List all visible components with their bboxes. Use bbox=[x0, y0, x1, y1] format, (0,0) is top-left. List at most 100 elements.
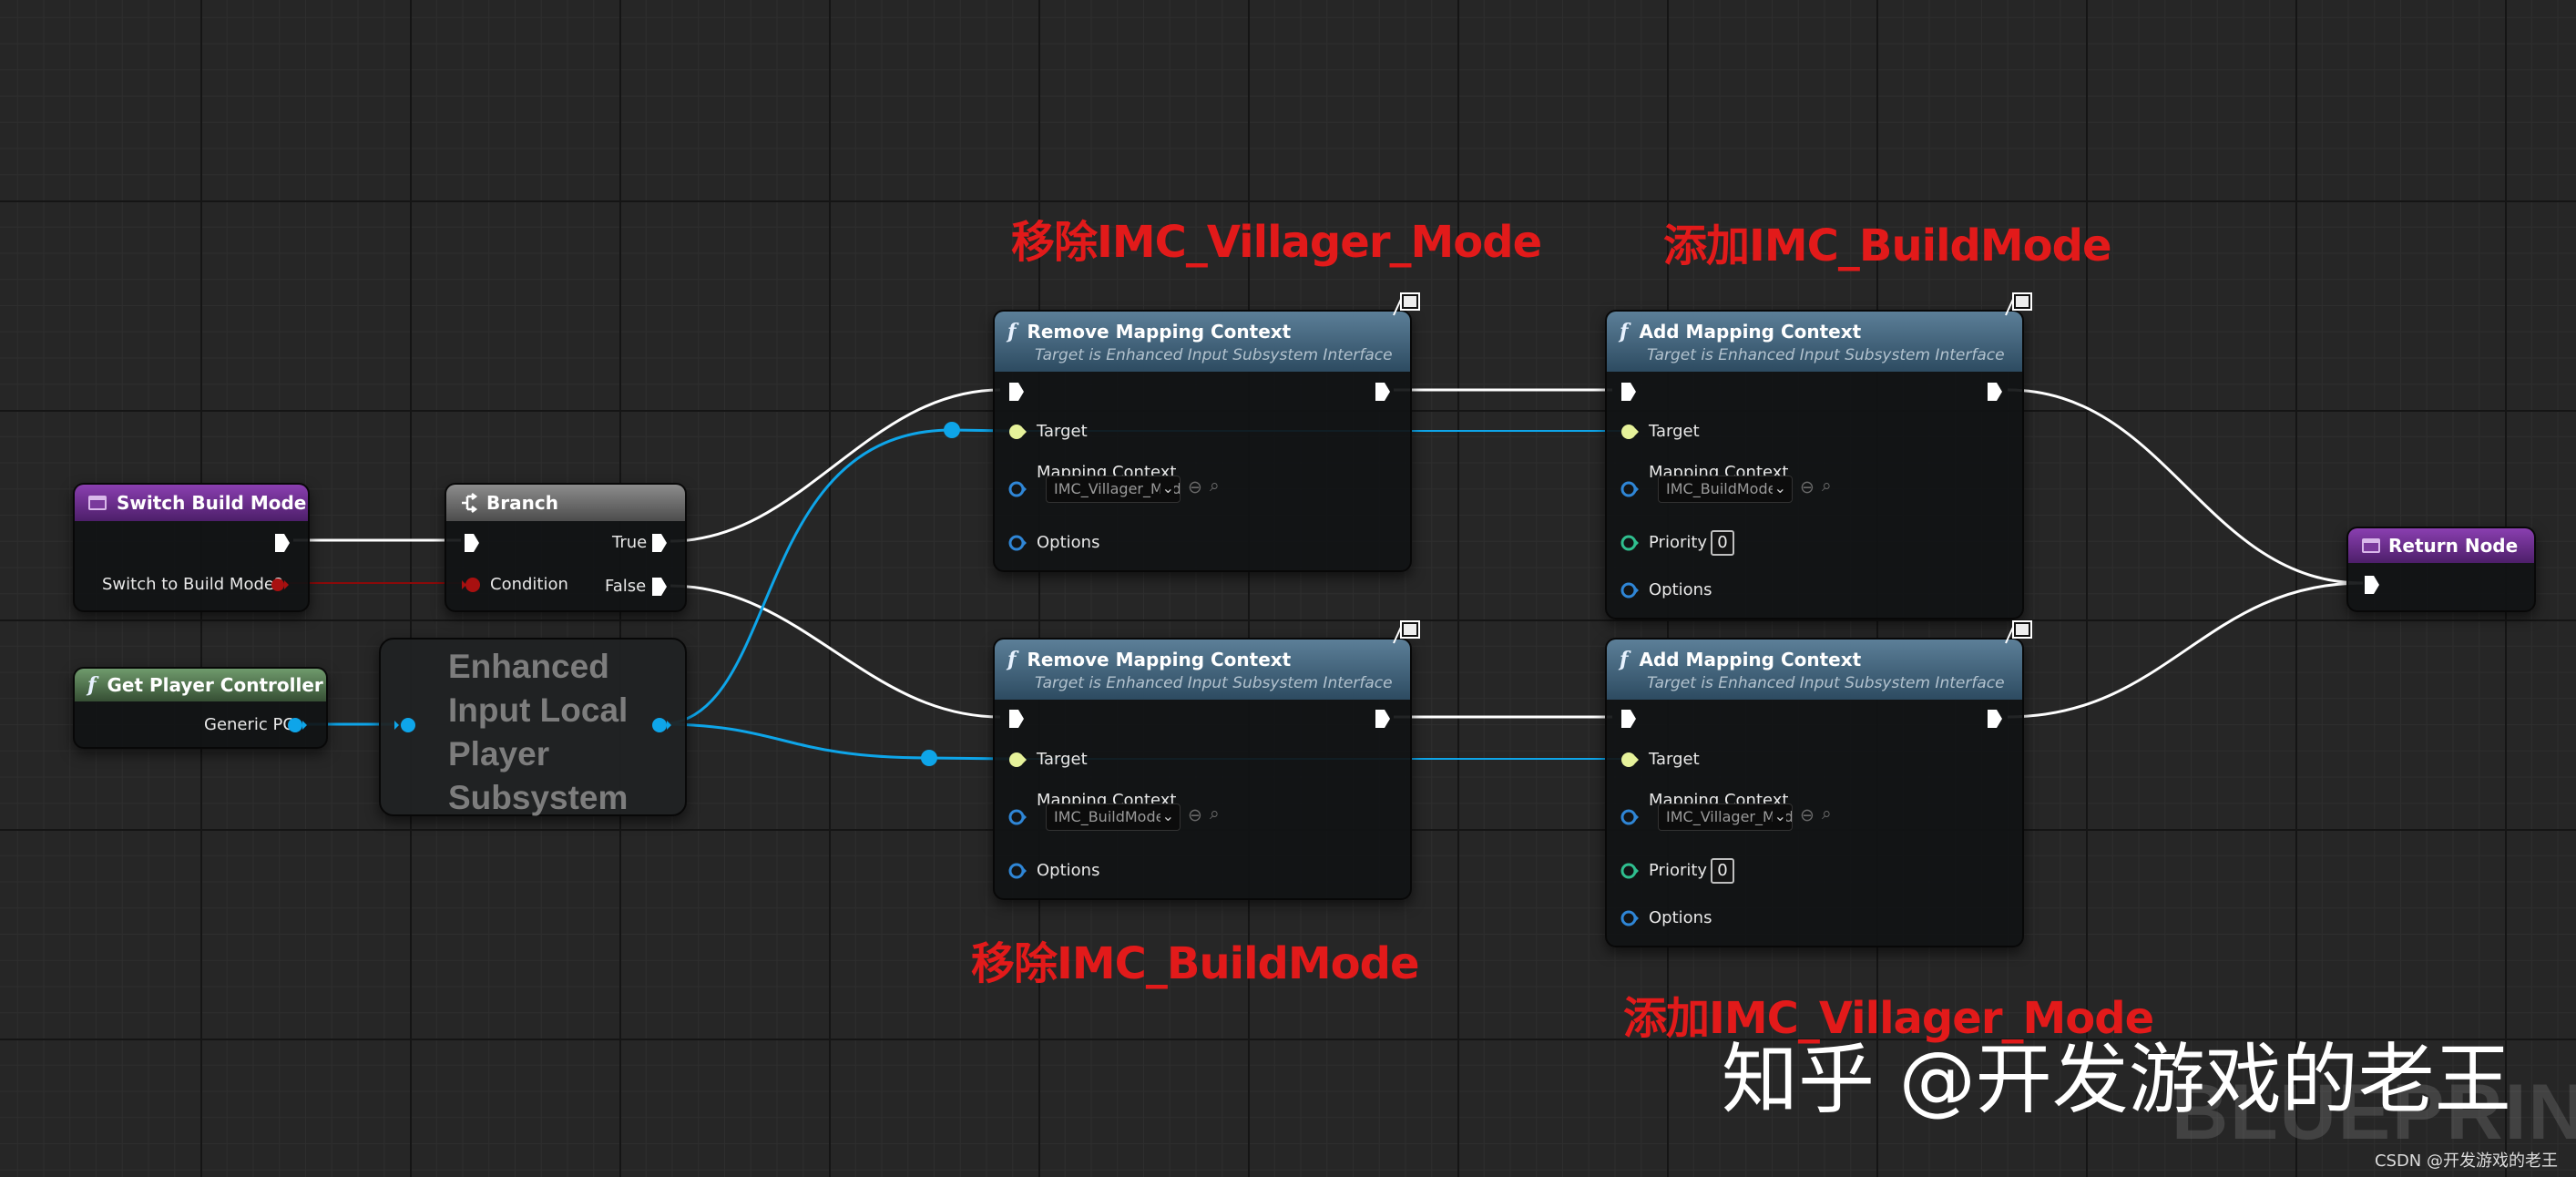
browse-icon[interactable]: ⊖ bbox=[1800, 805, 1814, 825]
browse-icon[interactable]: ⊖ bbox=[1188, 805, 1202, 825]
function-icon: f bbox=[87, 673, 97, 697]
node-title: Remove Mapping Context bbox=[1027, 648, 1292, 670]
zhihu-watermark: 知乎 @开发游戏的老王 bbox=[1722, 1035, 2511, 1124]
branch-node[interactable]: Branch True Condition False bbox=[445, 483, 687, 612]
exec-wire bbox=[670, 388, 1001, 543]
search-icon[interactable]: ⌕ bbox=[1822, 476, 1832, 496]
csdn-credit: CSDN @开发游戏的老王 bbox=[2374, 1151, 2558, 1171]
remove-mapping-context-node-2[interactable]: f Remove Mapping Context Target is Enhanc… bbox=[993, 620, 1420, 900]
priority-label: Priority bbox=[1649, 533, 1708, 552]
node-subtitle: Target is Enhanced Input Subsystem Inter… bbox=[1647, 673, 2005, 692]
exec-out-pin[interactable] bbox=[1374, 708, 1392, 730]
mapping-pin[interactable] bbox=[1620, 480, 1640, 498]
get-player-controller-node[interactable]: f Get Player Controller Generic PC bbox=[73, 667, 328, 749]
options-pin[interactable] bbox=[1620, 581, 1640, 599]
exec-in-pin[interactable] bbox=[1007, 708, 1026, 730]
search-icon[interactable]: ⌕ bbox=[1210, 803, 1220, 824]
target-pin[interactable] bbox=[1007, 423, 1027, 441]
node-title: Branch bbox=[486, 492, 558, 514]
reroute-knot[interactable] bbox=[944, 422, 960, 438]
exec-out-pin[interactable] bbox=[273, 532, 291, 554]
object-wire bbox=[659, 722, 930, 760]
param-label: Switch to Build Mode? bbox=[102, 575, 283, 594]
object-out-pin[interactable] bbox=[286, 716, 308, 734]
node-header: Return Node bbox=[2348, 528, 2534, 563]
node-title: Switch Build Mode bbox=[117, 492, 307, 514]
priority-input[interactable]: 0 bbox=[1711, 858, 1734, 884]
function-icon: f bbox=[1620, 319, 1629, 343]
exec-false-pin[interactable] bbox=[650, 576, 669, 598]
exec-true-pin[interactable] bbox=[650, 532, 669, 554]
chevron-down-icon: ⌄ bbox=[1772, 479, 1786, 496]
node-header: f Get Player Controller bbox=[75, 669, 326, 701]
target-pin[interactable] bbox=[1620, 423, 1640, 441]
options-label: Options bbox=[1649, 580, 1712, 599]
priority-pin[interactable] bbox=[1620, 862, 1640, 880]
target-label: Target bbox=[1037, 750, 1088, 769]
priority-input[interactable]: 0 bbox=[1711, 530, 1734, 556]
branch-icon bbox=[462, 493, 478, 513]
exec-in-pin[interactable] bbox=[2363, 574, 2381, 596]
search-icon[interactable]: ⌕ bbox=[1822, 803, 1832, 824]
exec-out-pin[interactable] bbox=[1986, 381, 2004, 403]
mapping-pin[interactable] bbox=[1007, 808, 1027, 826]
reroute-knot[interactable] bbox=[921, 750, 937, 766]
node-title: Enhanced Input Local Player Subsystem bbox=[448, 648, 629, 816]
exec-out-pin[interactable] bbox=[1374, 381, 1392, 403]
browse-icon[interactable]: ⊖ bbox=[1188, 477, 1202, 497]
bool-out-pin[interactable] bbox=[270, 577, 290, 593]
network-icon bbox=[2005, 292, 2032, 316]
object-wire bbox=[659, 428, 953, 726]
options-pin[interactable] bbox=[1007, 534, 1027, 552]
chevron-down-icon: ⌄ bbox=[1772, 807, 1786, 824]
mapping-context-dropdown[interactable]: IMC_BuildMode ⌄ bbox=[1658, 476, 1793, 503]
remove-mapping-context-node-1[interactable]: f Remove Mapping Context Target is Enhanc… bbox=[993, 292, 1420, 572]
condition-label: Condition bbox=[490, 575, 568, 594]
node-subtitle: Target is Enhanced Input Subsystem Inter… bbox=[1035, 345, 1393, 364]
object-in-pin[interactable] bbox=[394, 716, 419, 734]
node-header: f Remove Mapping Context Target is Enhanc… bbox=[995, 312, 1410, 372]
comment-add-build: 添加IMC_BuildMode bbox=[1663, 220, 2112, 271]
mapping-context-dropdown[interactable]: IMC_BuildMode ⌄ bbox=[1046, 803, 1181, 831]
browse-icon[interactable]: ⊖ bbox=[1800, 477, 1814, 497]
exec-in-pin[interactable] bbox=[1620, 381, 1638, 403]
node-title: Get Player Controller bbox=[107, 674, 323, 696]
mapping-context-dropdown[interactable]: IMC_Villager_Mode ⌄ bbox=[1046, 476, 1181, 503]
chevron-down-icon: ⌄ bbox=[1160, 479, 1174, 496]
exec-in-pin[interactable] bbox=[1620, 708, 1638, 730]
function-icon: f bbox=[1007, 319, 1017, 343]
priority-pin[interactable] bbox=[1620, 534, 1640, 552]
target-label: Target bbox=[1649, 422, 1700, 441]
node-title: Add Mapping Context bbox=[1639, 320, 1862, 343]
node-header: Branch bbox=[446, 485, 685, 521]
network-icon bbox=[1393, 620, 1420, 644]
node-header: Switch Build Mode bbox=[75, 485, 308, 521]
target-pin[interactable] bbox=[1620, 751, 1640, 769]
add-mapping-context-node-1[interactable]: f Add Mapping Context Target is Enhanced … bbox=[1605, 292, 2032, 619]
exec-wire bbox=[670, 584, 1001, 719]
switch-build-mode-node[interactable]: Switch Build Mode Switch to Build Mode? bbox=[73, 483, 310, 612]
true-label: True bbox=[612, 533, 648, 552]
add-mapping-context-node-2[interactable]: f Add Mapping Context Target is Enhanced … bbox=[1605, 620, 2032, 947]
mapping-context-dropdown[interactable]: IMC_Villager_Mode ⌄ bbox=[1658, 803, 1793, 831]
comment-remove-villager: 移除IMC_Villager_Mode bbox=[1011, 217, 1542, 268]
options-pin[interactable] bbox=[1007, 862, 1027, 880]
node-header: f Remove Mapping Context Target is Enhanc… bbox=[995, 640, 1410, 700]
comment-remove-build: 移除IMC_BuildMode bbox=[971, 938, 1420, 989]
mapping-pin[interactable] bbox=[1620, 808, 1640, 826]
bool-in-pin[interactable] bbox=[461, 576, 483, 594]
exec-wire bbox=[2007, 581, 2364, 719]
false-label: False bbox=[605, 577, 647, 596]
options-pin[interactable] bbox=[1620, 909, 1640, 927]
search-icon[interactable]: ⌕ bbox=[1210, 476, 1220, 496]
priority-label: Priority bbox=[1649, 861, 1708, 880]
mapping-pin[interactable] bbox=[1007, 480, 1027, 498]
target-pin[interactable] bbox=[1007, 751, 1027, 769]
subsystem-node[interactable]: Enhanced Input Local Player Subsystem bbox=[379, 638, 687, 816]
options-label: Options bbox=[1649, 908, 1712, 927]
return-node[interactable]: Return Node bbox=[2346, 527, 2536, 612]
exec-in-pin[interactable] bbox=[463, 532, 481, 554]
object-out-pin[interactable] bbox=[650, 716, 672, 734]
exec-out-pin[interactable] bbox=[1986, 708, 2004, 730]
exec-in-pin[interactable] bbox=[1007, 381, 1026, 403]
